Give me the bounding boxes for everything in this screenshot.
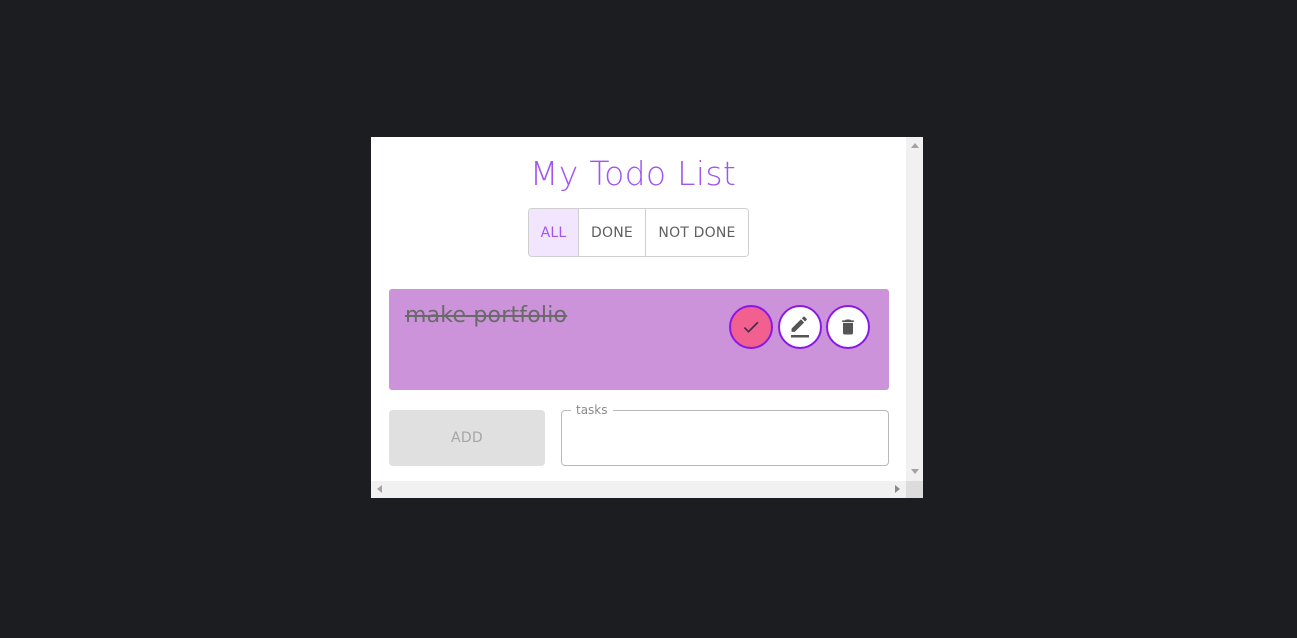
filter-all-button[interactable]: ALL: [529, 209, 579, 256]
add-button[interactable]: ADD: [389, 410, 545, 466]
scroll-down-arrow-icon[interactable]: [911, 469, 919, 474]
content-viewport: My Todo List ALL DONE NOT DONE make port…: [371, 137, 906, 481]
scroll-right-arrow-icon[interactable]: [895, 485, 900, 493]
complete-task-button[interactable]: [729, 305, 773, 349]
scrollbar-corner: [906, 481, 923, 498]
task-input[interactable]: [562, 411, 888, 465]
delete-task-button[interactable]: [826, 305, 870, 349]
page-title: My Todo List: [529, 154, 737, 193]
app-window: My Todo List ALL DONE NOT DONE make port…: [371, 137, 923, 498]
filter-not-done-button[interactable]: NOT DONE: [646, 209, 748, 256]
scroll-left-arrow-icon[interactable]: [377, 485, 382, 493]
check-icon: [743, 321, 759, 333]
filter-group: ALL DONE NOT DONE: [528, 208, 749, 257]
edit-task-button[interactable]: [778, 305, 822, 349]
scroll-up-arrow-icon[interactable]: [911, 143, 919, 148]
horizontal-scrollbar[interactable]: [371, 481, 906, 498]
task-input-field: tasks: [561, 403, 889, 466]
trash-icon: [842, 319, 854, 335]
vertical-scrollbar[interactable]: [906, 137, 923, 481]
filter-done-button[interactable]: DONE: [579, 209, 646, 256]
pencil-icon: [791, 316, 809, 338]
task-text: make portfolio: [405, 303, 568, 328]
task-card: make portfolio: [389, 289, 889, 390]
